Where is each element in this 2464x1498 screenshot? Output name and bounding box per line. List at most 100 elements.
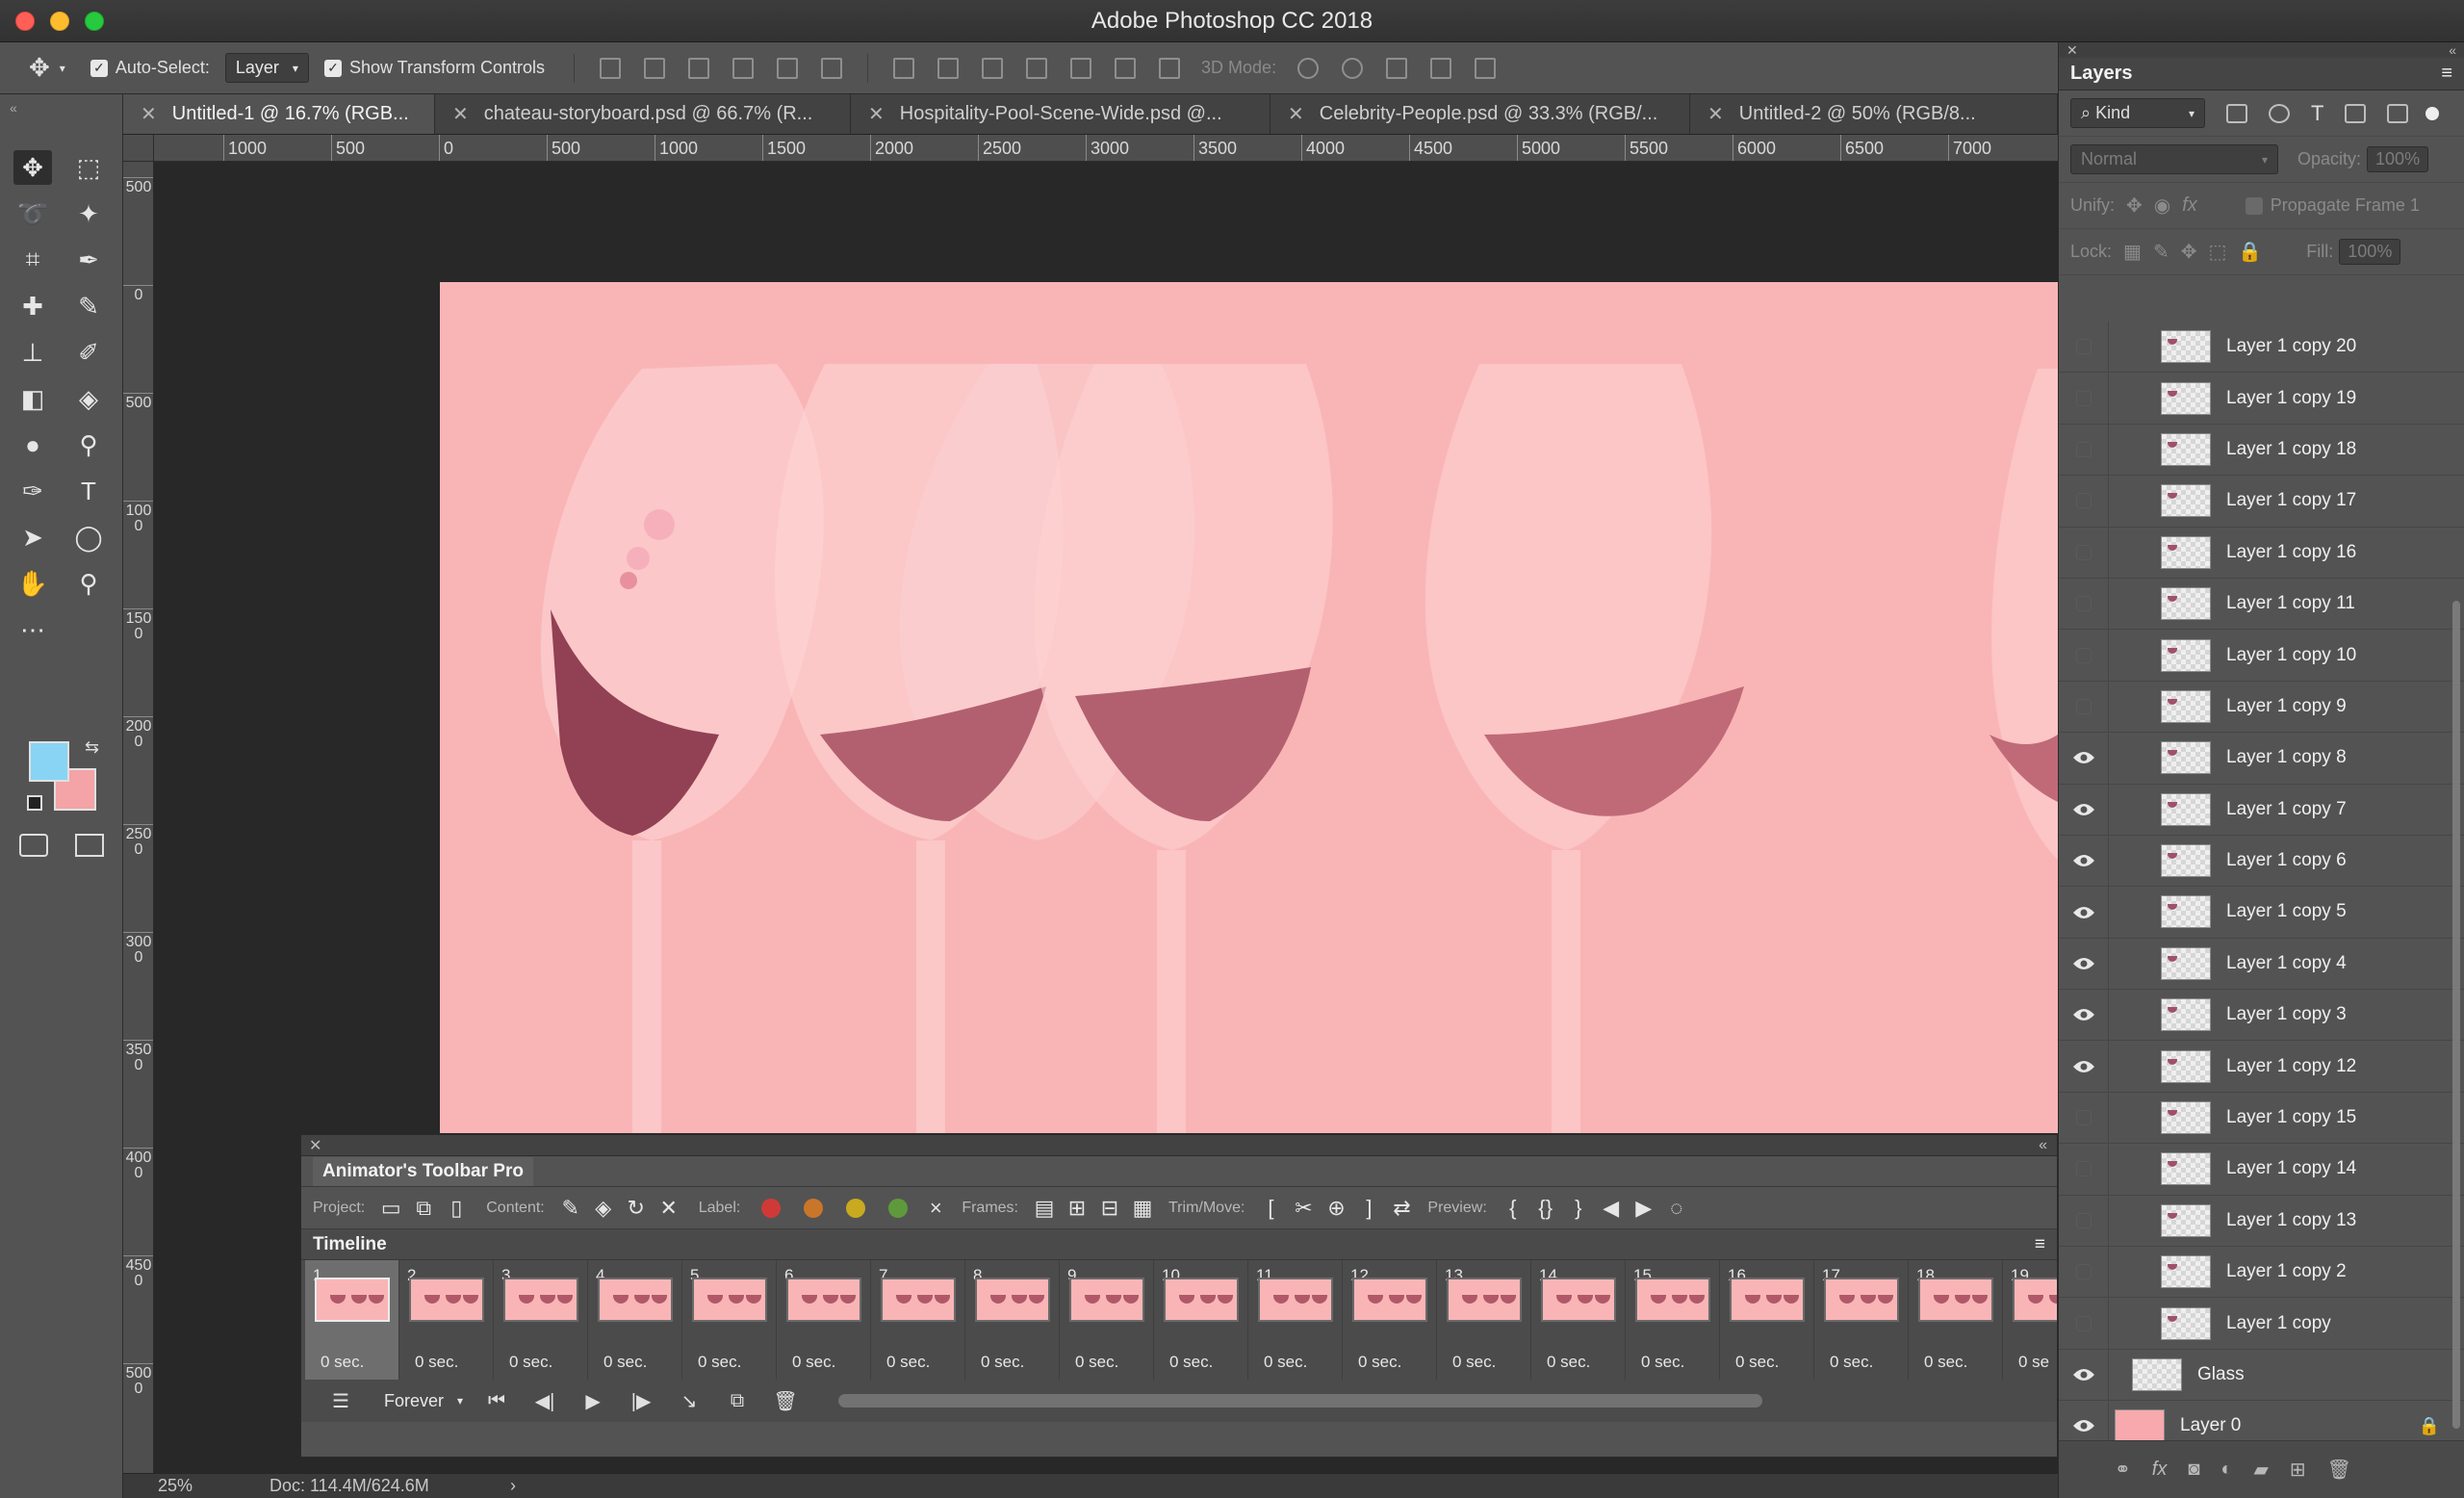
onion-skin-icon[interactable]: ✎ bbox=[554, 1196, 587, 1221]
frame-duration[interactable]: 0 sec. bbox=[321, 1353, 364, 1372]
new-group-icon[interactable]: ▰ bbox=[2254, 1458, 2269, 1482]
frame-duration[interactable]: 0 sec. bbox=[1547, 1353, 1590, 1372]
healing-brush-tool-icon[interactable]: ✚ bbox=[13, 289, 52, 323]
timeline-frame[interactable]: 15 0 sec. bbox=[1626, 1260, 1720, 1380]
magic-wand-tool-icon[interactable]: ✦ bbox=[69, 196, 108, 231]
tween-icon[interactable]: ↘ bbox=[665, 1389, 713, 1413]
layer-row[interactable]: Layer 1 copy 10 bbox=[2059, 630, 2464, 682]
frame-duration[interactable]: 0 sec. bbox=[1358, 1353, 1401, 1372]
move-tool-icon[interactable]: ✥ bbox=[13, 150, 52, 185]
close-icon[interactable]: ✕ bbox=[1707, 102, 1724, 126]
layer-row[interactable]: Layer 1 copy 3 bbox=[2059, 989, 2464, 1042]
layer-row[interactable]: Layer 1 copy 2 bbox=[2059, 1246, 2464, 1299]
canvas-artwork[interactable] bbox=[440, 282, 2058, 1133]
opacity-input[interactable]: 100% bbox=[2367, 146, 2429, 172]
frame-duration[interactable]: 0 sec. bbox=[698, 1353, 741, 1372]
align-top-icon[interactable] bbox=[600, 57, 622, 79]
chevron-right-icon[interactable]: › bbox=[510, 1476, 516, 1496]
layer-row[interactable]: Layer 1 copy 17 bbox=[2059, 475, 2464, 528]
timeline-scrollbar[interactable] bbox=[838, 1394, 1763, 1408]
visibility-toggle[interactable] bbox=[2059, 630, 2109, 682]
roll-3d-icon[interactable] bbox=[1342, 57, 1364, 79]
visibility-toggle[interactable] bbox=[2059, 681, 2109, 733]
visibility-toggle[interactable] bbox=[2059, 1246, 2109, 1298]
layer-row[interactable]: Layer 1 copy 5 bbox=[2059, 887, 2464, 939]
lock-all-icon[interactable]: 🔒 bbox=[2238, 240, 2262, 264]
trim-end-icon[interactable]: ] bbox=[1352, 1196, 1385, 1221]
swap-colors-icon[interactable]: ⇆ bbox=[85, 737, 99, 758]
layer-row[interactable]: Layer 1 copy 4 bbox=[2059, 938, 2464, 991]
layer-row[interactable]: Layer 0 🔒 bbox=[2059, 1400, 2464, 1440]
visibility-toggle[interactable] bbox=[2059, 475, 2109, 527]
scale-3d-icon[interactable] bbox=[1475, 57, 1497, 79]
pan-3d-icon[interactable] bbox=[1386, 57, 1408, 79]
label-red-button[interactable] bbox=[761, 1198, 782, 1218]
lasso-tool-icon[interactable]: ➰ bbox=[13, 196, 52, 231]
distribute-left-icon[interactable] bbox=[1026, 57, 1048, 79]
frame-duration[interactable]: 0 sec. bbox=[1735, 1353, 1779, 1372]
timeline-frame[interactable]: 70 sec. bbox=[871, 1260, 965, 1380]
visibility-toggle[interactable] bbox=[2059, 424, 2109, 476]
insert-frame-icon[interactable]: ⊟ bbox=[1093, 1196, 1126, 1221]
unify-style-icon[interactable]: fx bbox=[2182, 194, 2197, 217]
layer-row[interactable]: Layer 1 copy 9 bbox=[2059, 681, 2464, 734]
frame-duration[interactable]: 0 sec. bbox=[1075, 1353, 1118, 1372]
ellipse-tool-icon[interactable]: ◯ bbox=[69, 520, 108, 555]
frame-duration[interactable]: 0 sec. bbox=[1452, 1353, 1496, 1372]
layers-scrollbar[interactable] bbox=[2451, 322, 2462, 1440]
close-icon[interactable]: ✕ bbox=[141, 102, 157, 126]
delete-frame-icon[interactable]: 🗑 bbox=[761, 1389, 809, 1413]
fill-input[interactable]: 100% bbox=[2339, 239, 2401, 265]
zoom-level[interactable]: 25% bbox=[123, 1476, 231, 1496]
cut-icon[interactable]: ✂ bbox=[1287, 1196, 1320, 1221]
ruler-origin[interactable] bbox=[123, 135, 154, 162]
layer-row[interactable]: Layer 1 copy 8 bbox=[2059, 732, 2464, 785]
tab-hospitality-pool[interactable]: ✕ Hospitality-Pool-Scene-Wide.psd @... bbox=[851, 94, 1270, 134]
timeline-frame[interactable]: 14 0 sec. bbox=[1531, 1260, 1626, 1380]
new-layer-icon[interactable]: ⊞ bbox=[2290, 1458, 2306, 1482]
close-icon[interactable]: ✕ bbox=[2066, 42, 2078, 58]
timeline-frame[interactable]: 16 0 sec. bbox=[1720, 1260, 1814, 1380]
timeline-frame[interactable]: 90 sec. bbox=[1060, 1260, 1154, 1380]
label-yellow-button[interactable] bbox=[846, 1198, 866, 1218]
adjustment-filter-icon[interactable] bbox=[2269, 103, 2290, 123]
timeline-frame[interactable]: 18 0 sec. bbox=[1909, 1260, 2003, 1380]
kind-filter-dropdown[interactable]: ⌕ Kind ▾ bbox=[2070, 98, 2205, 128]
shape-filter-icon[interactable] bbox=[2345, 103, 2367, 123]
type-filter-icon[interactable]: T bbox=[2311, 101, 2323, 126]
timeline-frame[interactable]: 12 0 sec. bbox=[1343, 1260, 1437, 1380]
eye-icon[interactable] bbox=[2059, 989, 2109, 1041]
eye-icon[interactable] bbox=[2059, 732, 2109, 784]
bookmark-icon[interactable]: ▯ bbox=[440, 1196, 473, 1221]
convert-timeline-icon[interactable]: ☰ bbox=[317, 1389, 365, 1413]
blur-tool-icon[interactable]: ● bbox=[13, 427, 52, 462]
refresh-icon[interactable]: ↻ bbox=[620, 1196, 653, 1221]
lock-position-icon[interactable]: ✥ bbox=[2181, 240, 2197, 264]
tab-untitled-2[interactable]: ✕ Untitled-2 @ 50% (RGB/8... bbox=[1690, 94, 2058, 134]
distribute-right-icon[interactable] bbox=[1115, 57, 1137, 79]
orbit-3d-icon[interactable] bbox=[1297, 57, 1320, 79]
more-tools-icon[interactable]: ⋯ bbox=[13, 612, 52, 647]
collapse-icon[interactable]: « bbox=[10, 100, 17, 116]
clapper-icon[interactable]: ▦ bbox=[1126, 1196, 1159, 1221]
timeline-frame[interactable]: 60 sec. bbox=[777, 1260, 871, 1380]
visibility-toggle[interactable] bbox=[2059, 1143, 2109, 1195]
timeline-frame[interactable]: 40 sec. bbox=[588, 1260, 682, 1380]
smart-object-filter-icon[interactable] bbox=[2387, 103, 2409, 123]
visibility-toggle[interactable] bbox=[2059, 527, 2109, 579]
layer-row[interactable]: Layer 1 copy 19 bbox=[2059, 373, 2464, 425]
visibility-toggle[interactable] bbox=[2059, 1298, 2109, 1350]
horizontal-ruler[interactable]: 1000 500 0 500 1000 1500 2000 2500 3000 … bbox=[154, 135, 2058, 162]
tab-chateau-storyboard[interactable]: ✕ chateau-storyboard.psd @ 66.7% (R... bbox=[435, 94, 851, 134]
close-icon[interactable]: ✕ bbox=[1288, 102, 1304, 126]
distribute-hcenter-icon[interactable] bbox=[1070, 57, 1092, 79]
panel-menu-icon[interactable]: ≡ bbox=[2035, 1234, 2045, 1255]
timeline-frame[interactable]: 50 sec. bbox=[682, 1260, 777, 1380]
layer-row[interactable]: Layer 1 copy 18 bbox=[2059, 424, 2464, 477]
blend-mode-dropdown[interactable]: Normal ▾ bbox=[2070, 144, 2278, 174]
timeline-frame[interactable]: 10 0 sec. bbox=[1154, 1260, 1248, 1380]
next-frame-icon[interactable]: |▶ bbox=[617, 1389, 665, 1413]
paint-bucket-tool-icon[interactable]: ◈ bbox=[69, 381, 108, 416]
film-frame-icon[interactable]: ▤ bbox=[1028, 1196, 1061, 1221]
previous-frame-icon[interactable]: ◀| bbox=[521, 1389, 569, 1413]
